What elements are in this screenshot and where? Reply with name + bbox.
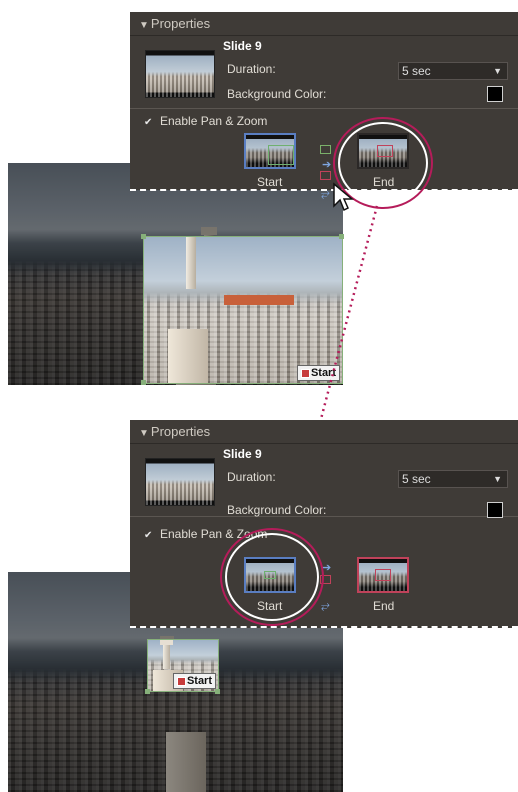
dropdown-arrow-icon: ▼ [493,474,502,484]
end-caption: End [373,599,395,613]
dropdown-arrow-icon: ▼ [493,66,502,76]
enable-pan-zoom-checkbox[interactable]: ✔ Enable Pan & Zoom [144,114,267,128]
checkbox-checked-icon: ✔ [144,530,153,541]
collapse-triangle-icon[interactable]: ▼ [139,428,149,439]
frame-handle[interactable] [141,380,146,385]
duration-dropdown[interactable]: 5 sec ▼ [398,62,508,80]
slide-info: Slide 9 Duration: 5 sec ▼ Background Colo… [130,444,518,518]
start-frame-bottom[interactable]: Start [147,639,219,692]
checkbox-checked-icon: ✔ [144,117,153,128]
background-color-label: Background Color: [227,87,327,101]
collapse-triangle-icon[interactable]: ▼ [139,20,149,31]
start-marker-tag: Start [172,673,216,689]
pan-zoom-section: ✔ Enable Pan & Zoom Start ➔ ⥂ End [130,109,518,200]
frame-handle[interactable] [145,689,150,694]
background-color-label: Background Color: [227,503,327,517]
frame-handle[interactable] [339,234,344,239]
highlight-ring-start [220,528,324,626]
properties-panel-bottom: ▼ Properties Slide 9 Duration: 5 sec ▼ Bac… [130,420,518,628]
duration-label: Duration: [227,62,276,76]
slide-name: Slide 9 [223,39,262,53]
start-frame-top[interactable]: Start [143,236,343,384]
frame-handle[interactable] [215,689,220,694]
set-start-frame-icon[interactable] [320,145,331,154]
background-color-swatch[interactable] [487,502,503,518]
slide-info: Slide 9 Duration: 5 sec ▼ Background Colo… [130,36,518,109]
duration-label: Duration: [227,470,276,484]
properties-header[interactable]: ▼ Properties [130,12,518,36]
mouse-cursor-icon [333,182,355,212]
swap-frames-icon[interactable]: ⥂ [321,601,333,612]
slide-thumbnail [145,458,215,506]
slide-name: Slide 9 [223,447,262,461]
set-end-frame-icon[interactable] [320,171,331,180]
start-frame-thumbnail[interactable] [244,133,296,169]
panel-dashed-edge [130,626,518,628]
properties-panel-top: ▼ Properties Slide 9 Duration: 5 sec ▼ Bac… [130,12,518,200]
pan-zoom-section: ✔ Enable Pan & Zoom Start ➔ ⥂ End [130,517,518,627]
duration-dropdown[interactable]: 5 sec ▼ [398,470,508,488]
properties-header[interactable]: ▼ Properties [130,420,518,444]
end-frame-thumbnail[interactable] [357,557,409,593]
frame-handle[interactable] [141,234,146,239]
panel-dashed-edge [130,189,518,191]
start-marker-tag: Start [296,365,340,381]
pan-zoom-arrow-icon[interactable]: ➔ [322,563,334,574]
slide-thumbnail [145,50,215,98]
background-color-swatch[interactable] [487,86,503,102]
start-caption: Start [257,175,283,189]
